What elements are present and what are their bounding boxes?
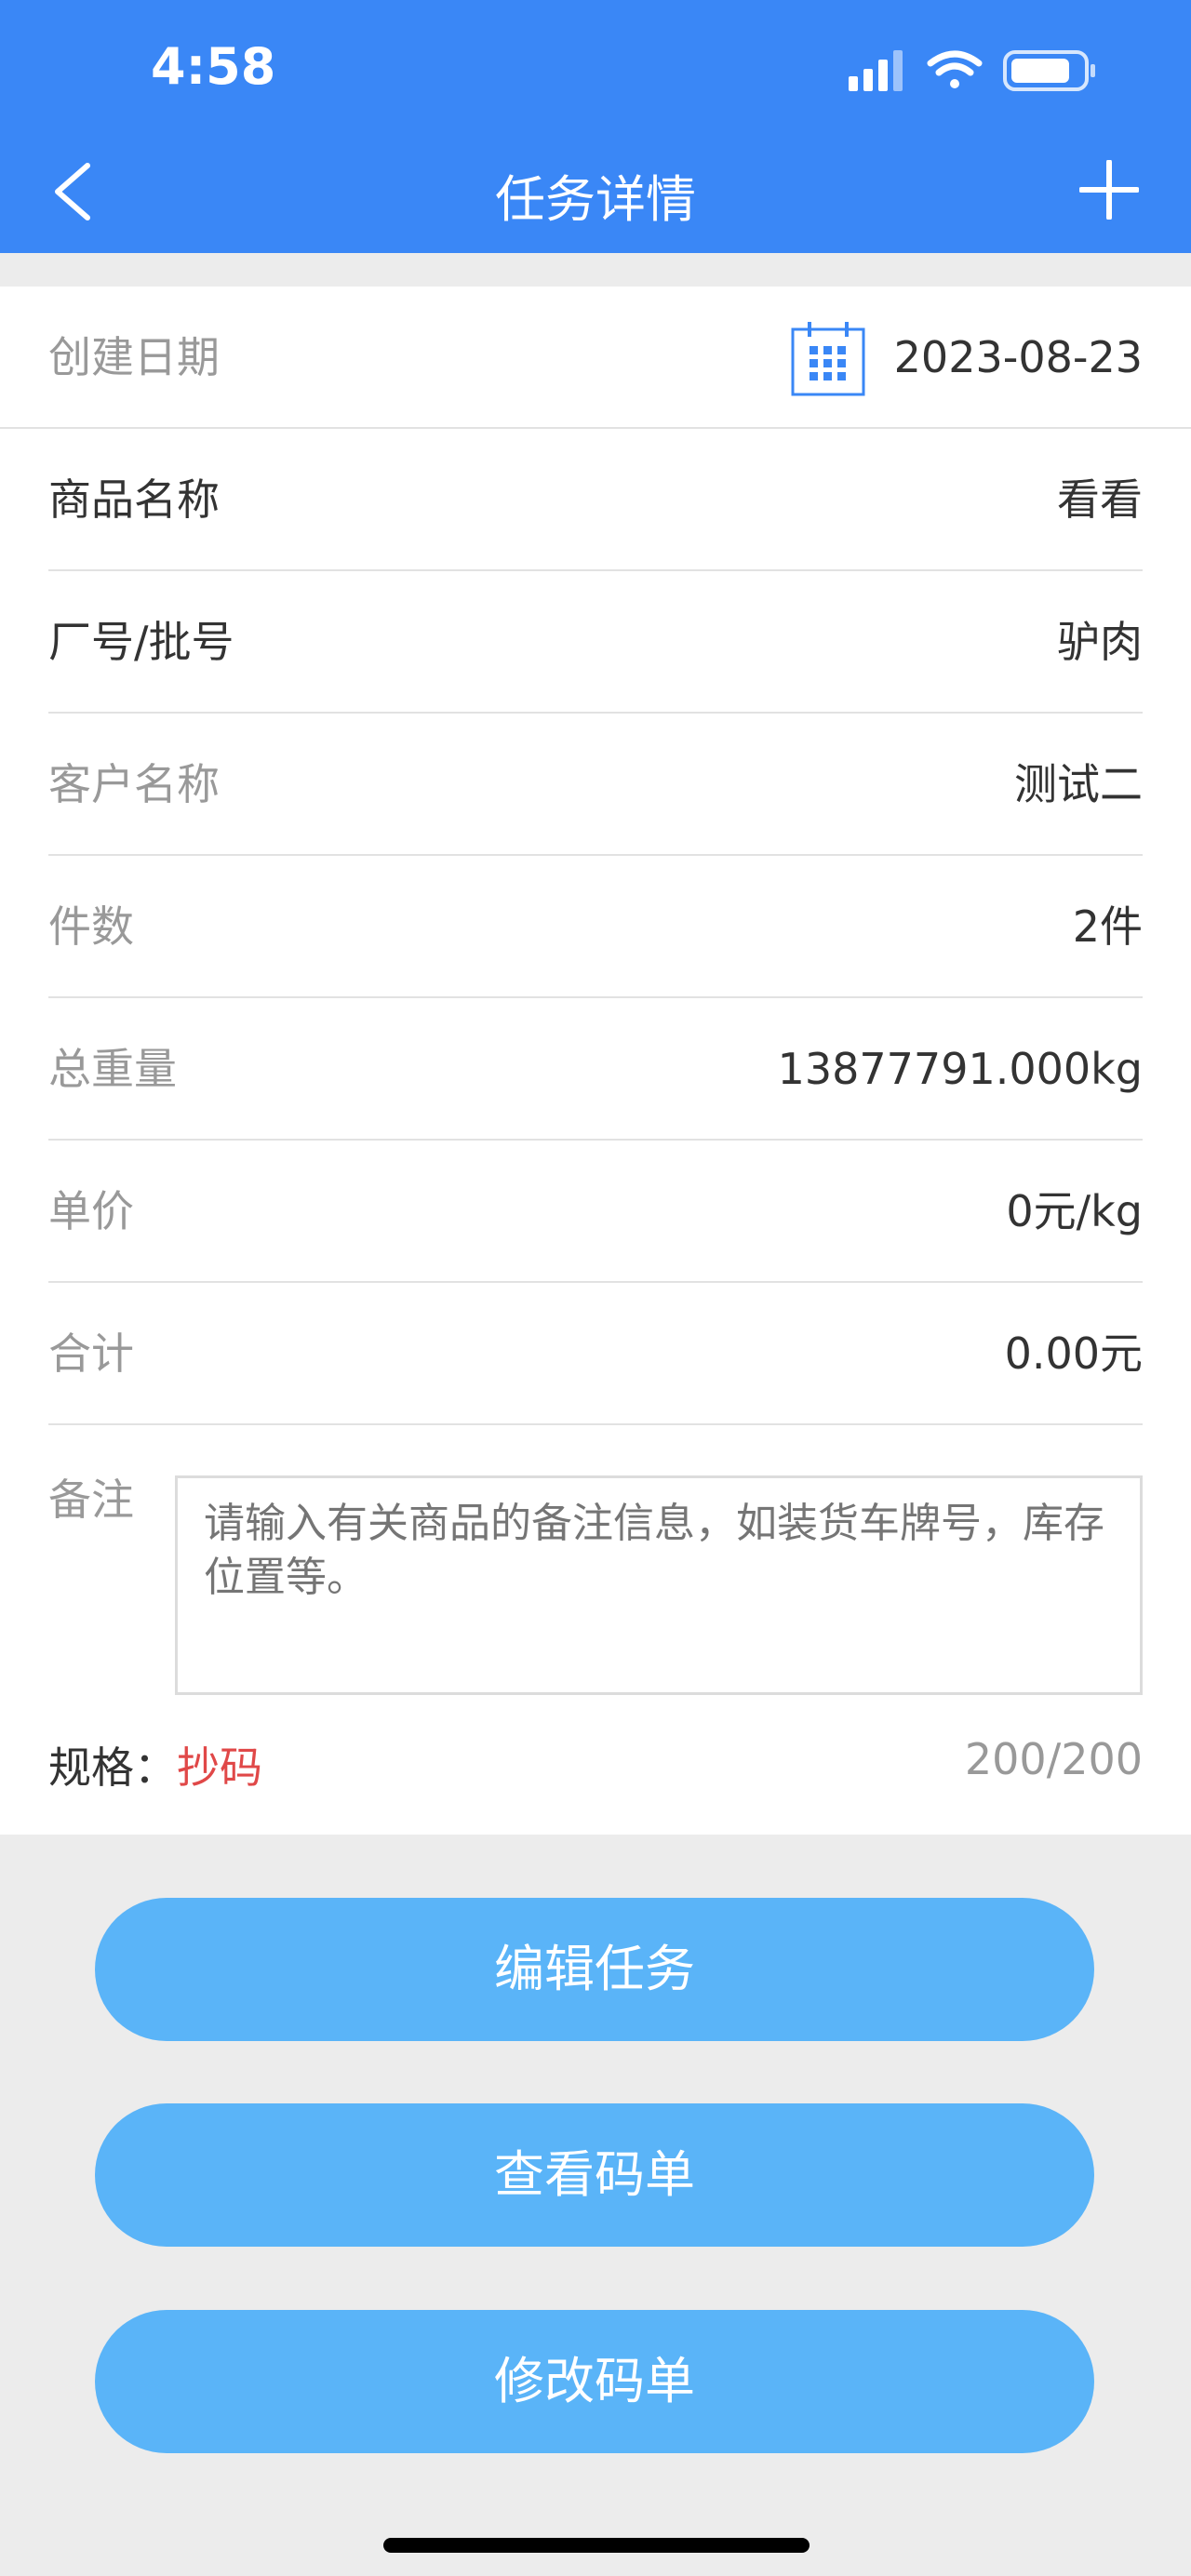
edit-task-button[interactable]: 编辑任务 bbox=[95, 1898, 1094, 2041]
create-date-label: 创建日期 bbox=[48, 332, 220, 382]
signal-icon bbox=[849, 50, 903, 91]
status-icons bbox=[849, 50, 1095, 91]
add-icon[interactable] bbox=[1079, 160, 1139, 220]
remark-label: 备注 bbox=[48, 1475, 134, 1525]
total-weight-value: 13877791.000kg bbox=[777, 1044, 1143, 1094]
spec-value: 抄码 bbox=[177, 1742, 262, 1793]
unit-price-value: 0元/kg bbox=[1006, 1186, 1143, 1236]
customer-name-value: 测试二 bbox=[1014, 759, 1143, 809]
pieces-row: 件数 2件 bbox=[48, 856, 1143, 998]
create-date-row[interactable]: 创建日期 2023-08-23 bbox=[0, 287, 1191, 429]
customer-name-row: 客户名称 测试二 bbox=[48, 714, 1143, 856]
factory-batch-row: 厂号/批号 驴肉 bbox=[48, 571, 1143, 714]
product-name-value: 看看 bbox=[1057, 474, 1143, 525]
remark-char-counter: 200/200 bbox=[964, 1734, 1143, 1784]
factory-batch-value: 驴肉 bbox=[1057, 617, 1143, 667]
unit-price-row: 单价 0元/kg bbox=[48, 1141, 1143, 1283]
create-date-value: 2023-08-23 bbox=[893, 332, 1143, 382]
app-header: 4:58 任务详情 bbox=[0, 0, 1191, 253]
factory-batch-label: 厂号/批号 bbox=[48, 617, 234, 667]
product-name-label: 商品名称 bbox=[48, 474, 220, 525]
remark-input[interactable] bbox=[175, 1475, 1143, 1695]
wifi-icon bbox=[927, 50, 983, 88]
pieces-label: 件数 bbox=[48, 901, 134, 952]
unit-price-label: 单价 bbox=[48, 1186, 134, 1236]
pieces-value: 2件 bbox=[1072, 901, 1143, 952]
status-time: 4:58 bbox=[151, 37, 276, 96]
home-indicator bbox=[383, 2538, 810, 2553]
page-title: 任务详情 bbox=[495, 170, 696, 229]
total-label: 合计 bbox=[48, 1328, 134, 1379]
view-code-list-button[interactable]: 查看码单 bbox=[95, 2103, 1094, 2247]
calendar-icon[interactable] bbox=[789, 320, 867, 398]
spec-line: 规格：抄码 bbox=[48, 1734, 262, 1795]
total-weight-label: 总重量 bbox=[48, 1044, 177, 1094]
total-row: 合计 0.00元 bbox=[48, 1283, 1143, 1425]
customer-name-label: 客户名称 bbox=[48, 759, 220, 809]
total-value: 0.00元 bbox=[1004, 1328, 1143, 1379]
total-weight-row: 总重量 13877791.000kg bbox=[48, 998, 1143, 1141]
product-name-row: 商品名称 看看 bbox=[48, 429, 1143, 571]
spec-label: 规格： bbox=[48, 1742, 177, 1793]
modify-code-list-button[interactable]: 修改码单 bbox=[95, 2310, 1094, 2453]
battery-icon bbox=[1003, 50, 1095, 91]
